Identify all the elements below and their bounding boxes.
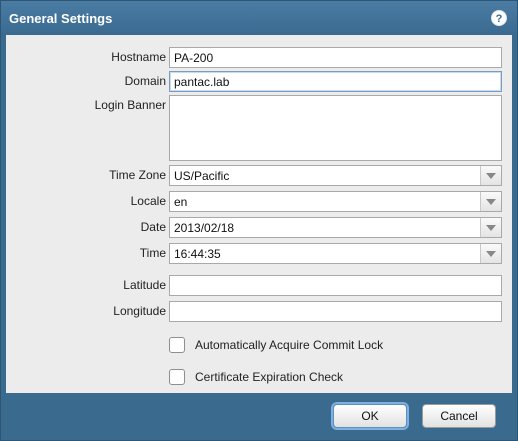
date-value: 2013/02/18 bbox=[174, 221, 235, 235]
time-picker[interactable]: 16:44:35 bbox=[169, 243, 502, 264]
longitude-label: Longitude bbox=[113, 304, 166, 318]
latitude-input[interactable] bbox=[169, 275, 502, 296]
cert-check-checkbox[interactable] bbox=[169, 369, 185, 385]
dialog-titlebar: General Settings ? bbox=[1, 1, 517, 35]
cert-check-label: Certificate Expiration Check bbox=[195, 370, 344, 384]
hostname-label: Hostname bbox=[111, 50, 166, 64]
chevron-down-icon[interactable] bbox=[480, 166, 501, 185]
ok-button[interactable]: OK bbox=[333, 404, 407, 428]
time-zone-select[interactable]: US/Pacific bbox=[169, 165, 502, 186]
latitude-label: Latitude bbox=[123, 278, 166, 292]
login-banner-label: Login Banner bbox=[94, 98, 166, 112]
date-picker[interactable]: 2013/02/18 bbox=[169, 217, 502, 238]
dialog-title: General Settings bbox=[9, 11, 113, 26]
domain-input[interactable]: pantac.lab bbox=[169, 71, 502, 92]
dialog-footer: OK Cancel bbox=[1, 393, 517, 440]
help-icon[interactable]: ? bbox=[491, 10, 507, 26]
locale-label: Locale bbox=[130, 194, 166, 208]
time-value: 16:44:35 bbox=[174, 247, 221, 261]
date-label: Date bbox=[140, 220, 166, 234]
commit-lock-label: Automatically Acquire Commit Lock bbox=[195, 338, 384, 352]
hostname-input[interactable]: PA-200 bbox=[169, 47, 502, 68]
general-settings-dialog: General Settings ? Hostname PA-200 Domai… bbox=[0, 0, 518, 441]
time-zone-value: US/Pacific bbox=[174, 169, 230, 183]
chevron-down-icon[interactable] bbox=[480, 192, 501, 211]
cancel-button[interactable]: Cancel bbox=[422, 404, 496, 428]
time-label: Time bbox=[139, 246, 166, 260]
locale-select[interactable]: en bbox=[169, 191, 502, 212]
commit-lock-checkbox[interactable] bbox=[169, 337, 185, 353]
chevron-down-icon[interactable] bbox=[480, 218, 501, 237]
login-banner-textarea[interactable] bbox=[169, 95, 502, 161]
domain-label: Domain bbox=[124, 74, 166, 88]
dialog-body: Hostname PA-200 Domain pantac.lab Login … bbox=[6, 35, 512, 393]
time-zone-label: Time Zone bbox=[109, 168, 166, 182]
longitude-input[interactable] bbox=[169, 301, 502, 322]
locale-value: en bbox=[174, 195, 188, 209]
chevron-down-icon[interactable] bbox=[480, 244, 501, 263]
